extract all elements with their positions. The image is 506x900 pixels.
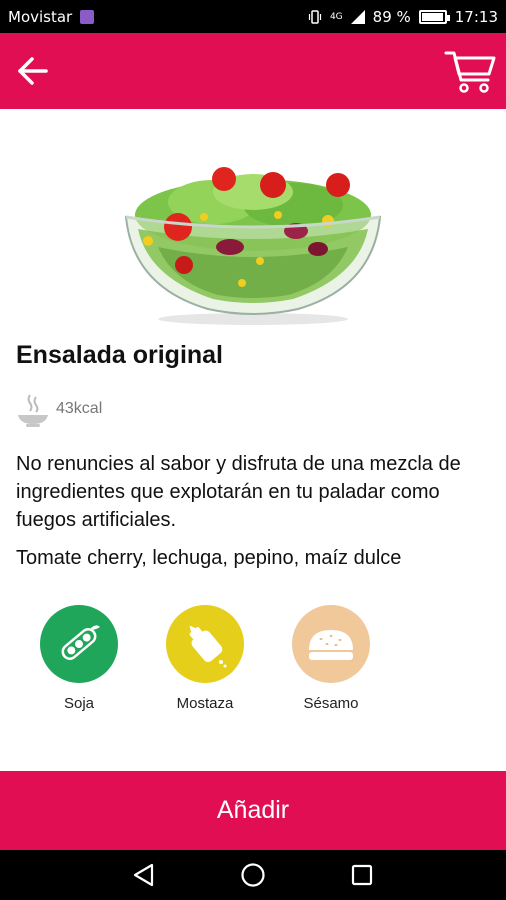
triangle-back-icon [134, 863, 154, 887]
add-to-cart-button[interactable]: Añadir [0, 771, 506, 850]
calories-row: 43kcal [16, 391, 102, 427]
allergen-mustard-label: Mostaza [176, 695, 234, 712]
signal-icon [350, 9, 365, 24]
shopping-cart-icon [444, 51, 496, 93]
allergen-mustard: Mostaza [142, 605, 268, 712]
carrier-name: Movistar [8, 7, 73, 26]
product-detail: Ensalada original 43kcal No renuncies al… [0, 109, 506, 771]
battery-icon [418, 9, 450, 24]
status-left: Movistar [8, 7, 95, 26]
nav-home-button[interactable] [233, 855, 273, 895]
back-button[interactable] [4, 43, 60, 99]
mustard-bottle-icon [189, 625, 227, 668]
steaming-bowl-icon [18, 394, 48, 427]
nav-recents-button[interactable] [342, 855, 382, 895]
app-bar [0, 33, 506, 109]
allergen-sesame-label: Sésamo [303, 695, 359, 712]
cart-button[interactable] [442, 43, 498, 99]
battery-percent: 89 % [372, 7, 411, 26]
sesame-bun-icon [309, 630, 353, 660]
vibrate-icon [308, 9, 322, 24]
allergen-soy-label: Soja [63, 695, 95, 712]
product-description: No renuncies al sabor y disfruta de una … [16, 453, 461, 531]
clock: 17:13 [454, 7, 498, 26]
nav-back-button[interactable] [124, 855, 164, 895]
calories-value: 43kcal [56, 400, 103, 417]
status-bar: Movistar 4G 89 % 17:13 [0, 0, 506, 33]
status-right: 4G 89 % 17:13 [308, 8, 498, 26]
allergen-soy-badge [40, 605, 118, 683]
allergen-soy: Soja [16, 605, 142, 712]
salad-bowl-image [124, 167, 382, 325]
product-ingredients: Tomate cherry, lechuga, pepino, maíz dul… [16, 547, 402, 569]
product-title: Ensalada original [16, 341, 224, 369]
navigation-bar [0, 850, 506, 900]
sim-badge-icon [80, 9, 95, 24]
network-type: 4G [329, 11, 343, 22]
allergen-list: Soja Mostaza Sésamo [16, 605, 394, 712]
square-recents-icon [351, 864, 372, 886]
circle-home-icon [241, 863, 265, 887]
soy-pod-icon [61, 625, 100, 660]
arrow-left-icon [18, 57, 48, 85]
allergen-mustard-badge [166, 605, 244, 683]
allergen-sesame: Sésamo [268, 605, 394, 712]
allergen-sesame-badge [292, 605, 370, 683]
